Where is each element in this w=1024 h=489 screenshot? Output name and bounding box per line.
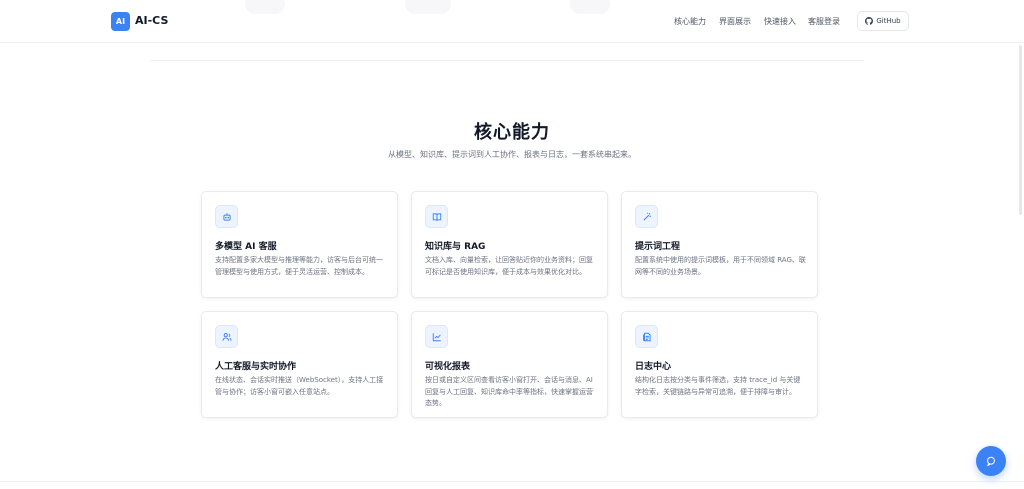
card-description: 文档入库、向量检索，让回答贴近你的业务资料；回复可标记是否使用知识库，便于成本与…: [425, 256, 593, 276]
card-description: 支持配置多家大模型与推理等能力，访客与后台可统一管理模型与使用方式，便于灵活运营…: [215, 256, 383, 276]
card-title: 可视化报表: [425, 362, 471, 372]
divider: [150, 60, 864, 61]
chat-bubble-icon: [986, 456, 995, 466]
nav-core-features[interactable]: 核心能力: [674, 16, 706, 27]
feature-card-knowledge-base: 知识库与 RAG 文档入库、向量检索，让回答贴近你的业务资料；回复可标记是否使用…: [411, 191, 608, 298]
card-title: 提示词工程: [635, 242, 681, 252]
nav-agent-login[interactable]: 客服登录: [808, 16, 840, 27]
chat-widget-button[interactable]: [976, 446, 1006, 476]
robot-icon: [215, 205, 238, 228]
nav-quick-start[interactable]: 快速接入: [764, 16, 796, 27]
feature-card-reports: 可视化报表 按日或自定义区间查看访客小窗打开、会话与消息、AI 回复与人工回复、…: [411, 311, 608, 418]
book-icon: [425, 205, 448, 228]
section-subtitle: 从模型、知识库、提示词到人工协作、报表与日志，一套系统串起来。: [388, 150, 636, 159]
section-title: 核心能力: [474, 122, 550, 143]
card-title: 人工客服与实时协作: [215, 362, 297, 372]
footer-divider: [0, 481, 1024, 482]
card-description: 配置系统中使用的提示词模板，用于不同领域 RAG、联网等不同的业务场景。: [635, 256, 806, 276]
card-title: 日志中心: [635, 362, 672, 372]
feature-card-prompt-engineering: 提示词工程 配置系统中使用的提示词模板，用于不同领域 RAG、联网等不同的业务场…: [621, 191, 818, 298]
card-description: 按日或自定义区间查看访客小窗打开、会话与消息、AI 回复与人工回复、知识库命中率…: [425, 376, 593, 407]
brand-name[interactable]: AI-CS: [135, 14, 168, 27]
card-description: 结构化日志按分类与事件筛选，支持 trace_id 与关键字检索，关键链路与异常…: [635, 376, 801, 396]
chart-icon: [425, 325, 448, 348]
card-title: 知识库与 RAG: [425, 242, 486, 252]
feature-card-multi-model: 多模型 AI 客服 支持配置多家大模型与推理等能力，访客与后台可统一管理模型与使…: [201, 191, 398, 298]
top-navbar: AI AI-CS 核心能力 界面展示 快速接入 客服登录 GitHub: [0, 0, 1024, 43]
logo-icon[interactable]: AI: [111, 12, 130, 31]
github-label: GitHub: [876, 17, 901, 25]
feature-card-log-center: 日志中心 结构化日志按分类与事件筛选，支持 trace_id 与关键字检索，关键…: [621, 311, 818, 418]
nav-ui-showcase[interactable]: 界面展示: [719, 16, 751, 27]
card-description: 在线状态、会话实时推送（WebSocket），支持人工接管与协作；访客小窗可嵌入…: [215, 376, 384, 396]
feature-card-human-agent: 人工客服与实时协作 在线状态、会话实时推送（WebSocket），支持人工接管与…: [201, 311, 398, 418]
users-icon: [215, 325, 238, 348]
log-icon: [635, 325, 658, 348]
github-button[interactable]: GitHub: [857, 11, 909, 31]
github-icon: [865, 17, 874, 25]
magic-wand-icon: [635, 205, 658, 228]
card-title: 多模型 AI 客服: [215, 242, 277, 252]
